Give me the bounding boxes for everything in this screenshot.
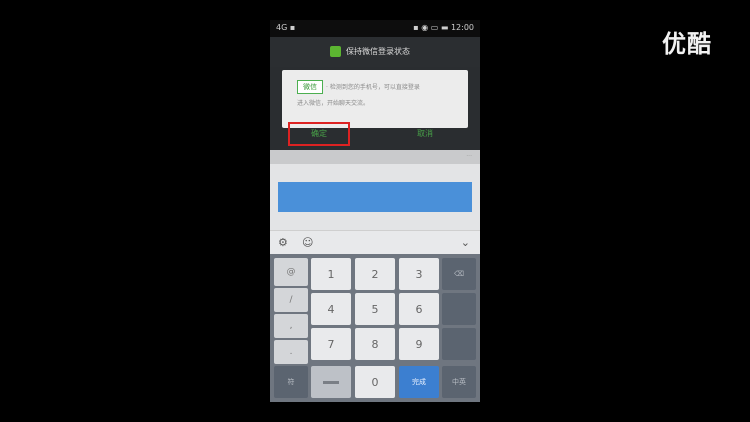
keyboard-toolbar: ⚙ ☺ ⌄ <box>270 230 480 255</box>
dialog-header: 保持微信登录状态 <box>270 37 480 67</box>
dialog-card: 微信 · 检测到您的手机号，可以直接登录 进入微信，开始聊天交流。 <box>282 70 468 128</box>
key-7[interactable]: 7 <box>311 328 351 360</box>
collapse-keyboard-icon[interactable]: ⌄ <box>461 236 470 249</box>
dialog-title: 保持微信登录状态 <box>346 47 410 56</box>
key-at[interactable]: @ <box>274 258 308 286</box>
input-panel <box>270 164 480 230</box>
gear-icon[interactable]: ⚙ <box>278 236 288 249</box>
card-tag: 微信 <box>297 80 323 94</box>
space-bar-icon <box>323 380 339 384</box>
card-text-line1: · 检测到您的手机号，可以直接登录 <box>326 84 420 91</box>
emoji-icon[interactable]: ☺ <box>302 236 313 249</box>
key-4[interactable]: 4 <box>311 293 351 325</box>
key-3[interactable]: 3 <box>399 258 439 290</box>
status-bar: 4G ▪ ▪ ◉ ▭ ▬ 12:00 <box>270 20 480 37</box>
key-period[interactable]: . <box>274 340 308 364</box>
space-key[interactable] <box>311 366 351 398</box>
done-key[interactable]: 完成 <box>399 366 439 398</box>
key-8[interactable]: 8 <box>355 328 395 360</box>
input-header: ··· <box>270 150 480 164</box>
cancel-button[interactable]: 取消 <box>390 126 460 142</box>
key-6[interactable]: 6 <box>399 293 439 325</box>
delete-key[interactable]: ⌫ <box>442 258 476 290</box>
key-9[interactable]: 9 <box>399 328 439 360</box>
key-blank-1[interactable] <box>442 293 476 325</box>
key-1[interactable]: 1 <box>311 258 351 290</box>
key-comma[interactable]: , <box>274 314 308 338</box>
key-0[interactable]: 0 <box>355 366 395 398</box>
key-5[interactable]: 5 <box>355 293 395 325</box>
confirm-button[interactable]: 确定 <box>288 122 350 146</box>
watermark: 优酷 <box>662 30 712 58</box>
status-left: 4G ▪ <box>276 23 296 32</box>
phone-number-input[interactable] <box>278 182 472 212</box>
language-switch-key[interactable]: 中英 <box>442 366 476 398</box>
symbol-key[interactable]: 符 <box>274 366 308 398</box>
input-hint: ··· <box>466 153 472 160</box>
numeric-keyboard: @ / , . 1 2 3 ⌫ 4 5 6 7 8 9 符 0 完成 中英 <box>270 254 480 402</box>
key-slash[interactable]: / <box>274 288 308 312</box>
phone-screen: 4G ▪ ▪ ◉ ▭ ▬ 12:00 保持微信登录状态 微信 · 检测到您的手机… <box>270 20 480 402</box>
key-2[interactable]: 2 <box>355 258 395 290</box>
wechat-icon <box>330 46 341 57</box>
card-text-line2: 进入微信，开始聊天交流。 <box>297 100 370 107</box>
key-blank-2[interactable] <box>442 328 476 360</box>
status-right: ▪ ◉ ▭ ▬ 12:00 <box>413 23 474 32</box>
